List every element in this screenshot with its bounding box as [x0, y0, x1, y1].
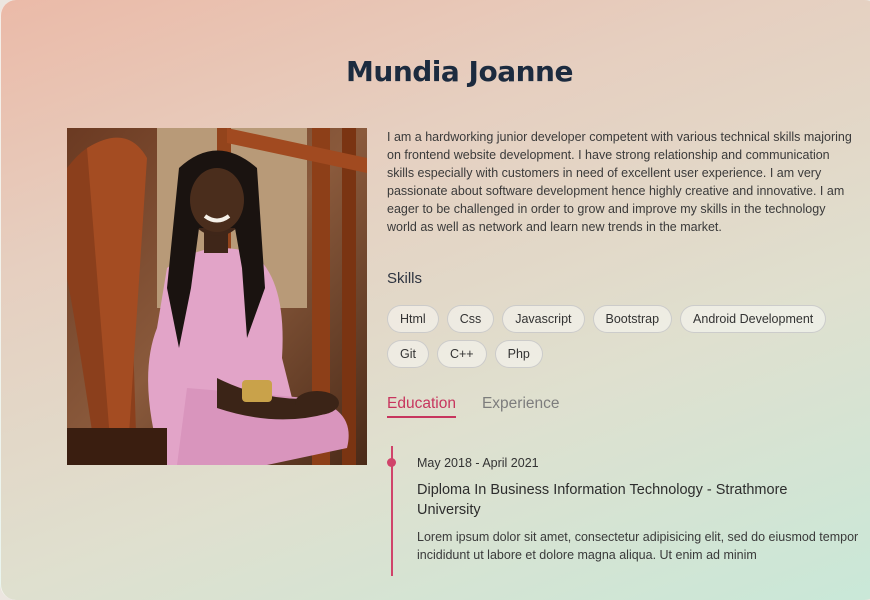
skill-chip-android-development: Android Development	[680, 305, 827, 333]
profile-name: Mundia Joanne	[346, 55, 573, 88]
tab-education[interactable]: Education	[387, 395, 456, 418]
timeline-dot	[387, 458, 396, 467]
skill-chip-bootstrap: Bootstrap	[592, 305, 673, 333]
skills-heading: Skills	[387, 270, 423, 287]
skill-chip-php: Php	[494, 340, 543, 368]
profile-card: Mundia Joanne I am a hardworking junior …	[0, 0, 870, 600]
timeline-entry-description: Lorem ipsum dolor sit amet, consectetur …	[417, 530, 859, 562]
tab-experience[interactable]: Experience	[482, 395, 560, 418]
skill-chip-cpp: C++	[436, 340, 487, 368]
profile-photo	[67, 128, 367, 465]
skills-list: Html Css Javascript Bootstrap Android De…	[387, 305, 867, 368]
skill-chip-css: Css	[446, 305, 495, 333]
qualification-tabs: Education Experience	[387, 395, 560, 418]
skill-chip-html: Html	[387, 305, 439, 333]
skill-chip-git: Git	[387, 340, 429, 368]
skill-chip-javascript: Javascript	[502, 305, 585, 333]
timeline-entry-title: Diploma In Business Information Technolo…	[417, 482, 788, 518]
profile-bio: I am a hardworking junior developer comp…	[387, 130, 852, 234]
timeline-entry-date: May 2018 - April 2021	[417, 456, 539, 470]
